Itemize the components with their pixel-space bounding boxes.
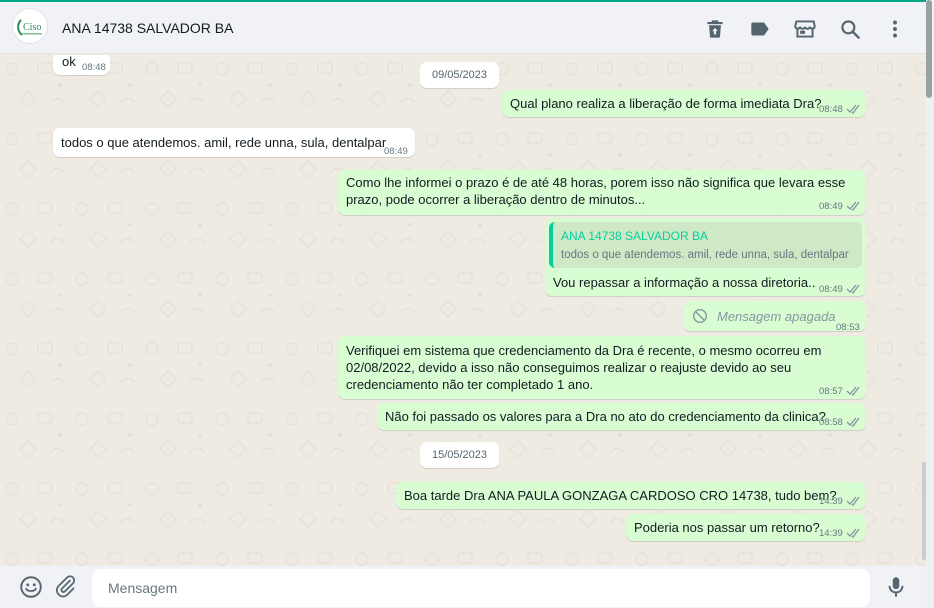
label-button[interactable]: [747, 16, 773, 42]
message-outgoing[interactable]: Não foi passado os valores para a Dra no…: [377, 403, 866, 430]
delete-icon: [707, 20, 723, 38]
quoted-message[interactable]: ANA 14738 SALVADOR BA todos o que atende…: [549, 222, 862, 268]
date-separator: 15/05/2023: [420, 442, 499, 468]
read-ticks-icon: [846, 285, 860, 295]
message-deleted[interactable]: Mensagem apagada 08:53: [683, 301, 866, 333]
message-outgoing[interactable]: Boa tarde Dra ANA PAULA GONZAGA CARDOSO …: [396, 482, 866, 509]
microphone-icon: [888, 577, 904, 597]
contact-name[interactable]: ANA 14738 SALVADOR BA: [62, 20, 233, 36]
deleted-message-text: Mensagem apagada: [717, 309, 836, 324]
message-time: 08:58: [819, 417, 843, 428]
chat-header: Ciso ANA 14738 SALVADOR BA: [0, 2, 926, 54]
quoted-author: ANA 14738 SALVADOR BA: [561, 229, 708, 243]
emoji-icon: [20, 576, 42, 598]
menu-button[interactable]: [882, 16, 908, 42]
read-ticks-icon: [846, 202, 860, 212]
emoji-button[interactable]: [18, 574, 44, 605]
read-ticks-icon: [846, 497, 860, 507]
search-icon: [841, 20, 860, 39]
avatar[interactable]: Ciso: [12, 8, 48, 44]
message-time: 14:39: [819, 528, 843, 539]
message-text: todos o que atendemos. amil, rede unna, …: [61, 135, 387, 150]
message-time: 08:48: [819, 104, 843, 115]
message-text-line: Verifiquei em sistema que credenciamento…: [346, 343, 822, 358]
message-text: Vou repassar a informação a nossa direto…: [553, 275, 816, 290]
avatar-logo: Ciso: [17, 19, 42, 36]
message-list[interactable]: ok 08:48 09/05/2023 Qual plano realiza a…: [0, 55, 926, 566]
message-outgoing-reply[interactable]: ANA 14738 SALVADOR BA todos o que atende…: [545, 218, 866, 296]
message-time: 08:49: [819, 201, 843, 212]
message-incoming[interactable]: ok 08:48: [53, 55, 110, 75]
message-text: Boa tarde Dra ANA PAULA GONZAGA CARDOSO …: [404, 488, 837, 503]
voice-message-button[interactable]: [883, 574, 909, 605]
chat-scrollbar-thumb[interactable]: [922, 462, 926, 560]
message-input[interactable]: [92, 569, 870, 607]
read-ticks-icon: [846, 105, 860, 115]
blocked-icon: [692, 308, 708, 324]
delete-chat-button[interactable]: [702, 16, 728, 42]
scrollbar-thumb[interactable]: [926, 0, 932, 98]
message-text: Qual plano realiza a liberação de forma …: [510, 96, 822, 111]
message-outgoing[interactable]: Qual plano realiza a liberação de forma …: [502, 90, 866, 117]
message-outgoing[interactable]: Poderia nos passar um retorno? 14:39: [626, 514, 866, 541]
message-text-line: 02/08/2022, devido a isso não conseguimo…: [346, 360, 792, 375]
message-time: 08:53: [836, 322, 860, 333]
read-ticks-icon: [846, 387, 860, 397]
message-text-line: credenciamento não ter completado 1 ano.: [346, 377, 594, 392]
message-text-line: prazo, pode ocorrer a liberação dentro d…: [346, 192, 646, 207]
message-time: 08:49: [819, 284, 843, 295]
search-button[interactable]: [837, 16, 863, 42]
message-text: Não foi passado os valores para a Dra no…: [385, 409, 826, 424]
attach-icon: [56, 575, 76, 598]
catalog-button[interactable]: [792, 16, 818, 42]
message-time: 14:39: [819, 496, 843, 507]
message-outgoing[interactable]: Verifiquei em sistema que credenciamento…: [338, 336, 866, 399]
store-icon: [794, 20, 816, 38]
message-text-line: Como lhe informei o prazo é de até 48 ho…: [346, 175, 846, 190]
read-ticks-icon: [846, 418, 860, 428]
message-text: ok: [62, 55, 76, 69]
message-time: 08:49: [384, 146, 408, 157]
date-separator: 09/05/2023: [420, 62, 499, 88]
label-icon: [751, 22, 769, 36]
message-incoming[interactable]: todos o que atendemos. amil, rede unna, …: [53, 128, 415, 157]
message-text: Poderia nos passar um retorno?: [634, 520, 820, 535]
attach-button[interactable]: [54, 574, 80, 605]
menu-dots-icon: [893, 20, 897, 38]
avatar-logo-text: Ciso: [23, 22, 41, 33]
message-time: 08:48: [82, 62, 106, 73]
composer: [0, 566, 926, 608]
read-ticks-icon: [846, 529, 860, 539]
message-time: 08:57: [819, 386, 843, 397]
quoted-text: todos o que atendemos. amil, rede unna, …: [561, 249, 849, 261]
message-outgoing[interactable]: Como lhe informei o prazo é de até 48 ho…: [338, 170, 866, 215]
